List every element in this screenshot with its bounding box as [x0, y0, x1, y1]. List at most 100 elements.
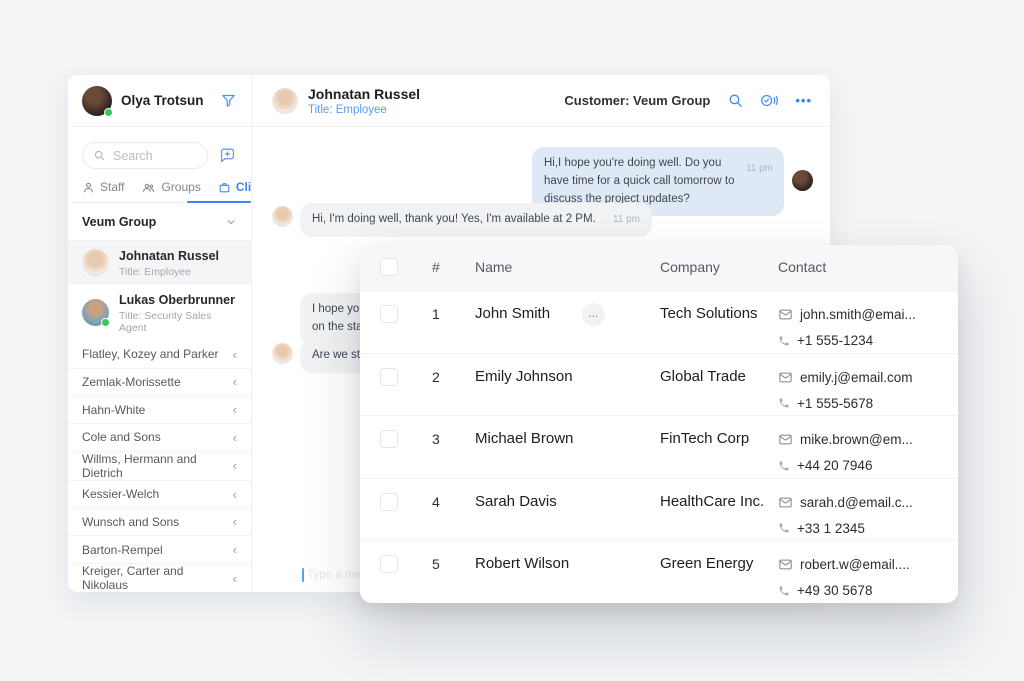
chevron-icon: ‹	[233, 375, 237, 388]
email-icon	[778, 495, 793, 510]
phone-icon	[778, 397, 790, 409]
row-checkbox[interactable]	[380, 493, 398, 511]
message-avatar	[272, 343, 293, 364]
company-item[interactable]: Cole and Sons‹	[68, 423, 251, 451]
row-number: 5	[432, 556, 440, 572]
row-checkbox[interactable]	[380, 368, 398, 386]
company-name: Barton-Rempel	[82, 543, 163, 557]
table-header-row: # Name Company Contact	[360, 245, 958, 290]
contact-name: Lukas Oberbrunner	[119, 292, 237, 309]
sidebar-tabs: Staff Groups Clients	[68, 178, 251, 203]
contact-name: Johnatan Russel	[119, 248, 219, 265]
tab-staff[interactable]: Staff	[82, 180, 124, 194]
column-header-company: Company	[660, 259, 720, 275]
table-row[interactable]: 1 John Smith ... Tech Solutions john.smi…	[360, 290, 958, 353]
message-text: Hi, I'm doing well, thank you! Yes, I'm …	[312, 213, 596, 225]
company-name: Wunsch and Sons	[82, 515, 179, 529]
email-value: mike.brown@em...	[800, 432, 913, 447]
phone-icon	[778, 522, 790, 534]
more-options-icon[interactable]: •••	[795, 93, 812, 108]
contact-cell: mike.brown@em... +44 20 7946	[778, 428, 913, 477]
tab-staff-label: Staff	[100, 180, 124, 194]
new-chat-icon[interactable]	[218, 146, 237, 165]
row-number: 2	[432, 369, 440, 385]
company-name: Zemlak-Morissette	[82, 375, 181, 389]
row-menu-button[interactable]: ...	[582, 303, 605, 326]
phone-value: +49 30 5678	[797, 583, 872, 598]
column-header-name: Name	[475, 259, 512, 275]
message-time: 11 pm	[746, 161, 773, 177]
user-name: Olya Trotsun	[121, 93, 211, 108]
contact-name-cell: Emily Johnson	[475, 368, 573, 385]
company-name: Kreiger, Carter and Nikolaus	[82, 564, 233, 592]
table-row[interactable]: 2 Emily Johnson Global Trade emily.j@ema…	[360, 353, 958, 416]
search-chat-icon[interactable]	[727, 92, 744, 109]
active-tab-underline	[187, 201, 251, 203]
message-avatar	[272, 206, 293, 227]
contact-cell: robert.w@email.... +49 30 5678	[778, 553, 910, 602]
search-input[interactable]: Search	[82, 142, 208, 169]
select-all-checkbox[interactable]	[380, 258, 398, 276]
email-icon	[778, 557, 793, 572]
table-row[interactable]: 5 Robert Wilson Green Energy robert.w@em…	[360, 540, 958, 603]
message-bubble-incoming: Hi, I'm doing well, thank you! Yes, I'm …	[300, 203, 652, 237]
customer-label: Customer: Veum Group	[564, 93, 710, 108]
tab-clients-label: Clients	[236, 180, 252, 194]
company-item[interactable]: Willms, Hermann and Dietrich‹	[68, 451, 251, 480]
contact-avatar	[82, 249, 109, 276]
user-avatar[interactable]	[82, 86, 112, 116]
chat-partner-avatar[interactable]	[272, 88, 298, 114]
chevron-icon: ‹	[233, 403, 237, 416]
filter-icon[interactable]	[220, 92, 237, 109]
table-row[interactable]: 3 Michael Brown FinTech Corp mike.brown@…	[360, 415, 958, 478]
chevron-icon: ‹	[233, 543, 237, 556]
company-name: Kessier-Welch	[82, 487, 159, 501]
phone-value: +1 555-1234	[797, 333, 873, 348]
column-header-contact: Contact	[778, 259, 826, 275]
company-item[interactable]: Kessier-Welch ‹	[68, 480, 251, 508]
table-row[interactable]: 4 Sarah Davis HealthCare Inc. sarah.d@em…	[360, 478, 958, 541]
search-row: Search	[68, 127, 251, 178]
phone-value: +1 555-5678	[797, 396, 873, 411]
chevron-icon: ‹	[233, 488, 237, 501]
company-name: Cole and Sons	[82, 430, 161, 444]
company-list: Flatley, Kozey and Parker‹ Zemlak-Moriss…	[68, 341, 251, 592]
chevron-icon: ‹	[233, 572, 237, 585]
group-header[interactable]: Veum Group	[68, 203, 251, 241]
contact-title: Title: Security Sales Agent	[119, 310, 237, 334]
company-name: Willms, Hermann and Dietrich	[82, 452, 233, 480]
row-checkbox[interactable]	[380, 555, 398, 573]
phone-icon	[778, 585, 790, 597]
tab-groups-label: Groups	[161, 180, 200, 194]
company-item[interactable]: Kreiger, Carter and Nikolaus‹	[68, 563, 251, 592]
tab-groups[interactable]: Groups	[141, 180, 200, 194]
company-item[interactable]: Hahn-White‹	[68, 395, 251, 423]
phone-icon	[778, 335, 790, 347]
contact-cell: emily.j@email.com +1 555-5678	[778, 366, 912, 415]
row-number: 4	[432, 494, 440, 510]
row-checkbox[interactable]	[380, 305, 398, 323]
email-icon	[778, 307, 793, 322]
company-item[interactable]: Flatley, Kozey and Parker‹	[68, 341, 251, 368]
message-time: 11 pm	[613, 214, 640, 225]
contact-item-johnatan[interactable]: Johnatan Russel Title: Employee	[68, 241, 251, 285]
tab-clients[interactable]: Clients	[218, 180, 252, 194]
company-cell: HealthCare Inc.	[660, 493, 764, 510]
contact-name-cell: Robert Wilson	[475, 555, 569, 572]
email-value: emily.j@email.com	[800, 370, 912, 385]
person-icon	[82, 181, 95, 194]
column-header-num: #	[432, 259, 440, 275]
online-status-dot	[104, 108, 113, 117]
text-caret	[302, 568, 304, 582]
chat-partner-name: Johnatan Russel	[308, 85, 420, 103]
company-item[interactable]: Zemlak-Morissette ‹	[68, 368, 251, 396]
contact-item-lukas[interactable]: Lukas Oberbrunner Title: Security Sales …	[68, 285, 251, 341]
row-checkbox[interactable]	[380, 430, 398, 448]
contact-name-cell: Sarah Davis	[475, 493, 557, 510]
company-item[interactable]: Barton-Rempel ‹	[68, 535, 251, 563]
sidebar-header: Olya Trotsun	[68, 75, 251, 127]
company-item[interactable]: Wunsch and Sons‹	[68, 508, 251, 536]
briefcase-icon	[218, 181, 231, 194]
status-broadcast-icon[interactable]	[759, 92, 780, 109]
contact-cell: john.smith@emai... +1 555-1234	[778, 303, 916, 352]
